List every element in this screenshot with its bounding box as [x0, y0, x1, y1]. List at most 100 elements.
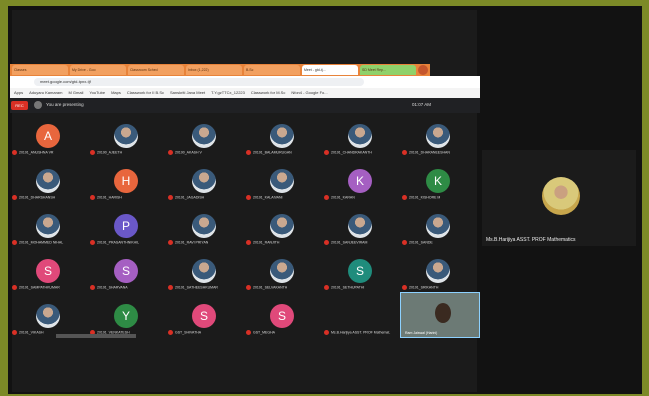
- participant-tile[interactable]: S GST_SHIVATHA: [166, 296, 244, 334]
- participant-avatar: S: [36, 259, 60, 283]
- participant-tile[interactable]: 20191_SANDE: [400, 206, 478, 244]
- bookmark-item[interactable]: Classwork for M.Sc: [251, 88, 285, 98]
- speaker-tile[interactable]: Ms.B.Harijiya ASST. PROF Mathematics: [482, 150, 636, 246]
- participant-tile[interactable]: 20191_SATHEESHKUMAR: [166, 251, 244, 289]
- participant-name: 20191_ANUSHNA VR: [12, 150, 53, 155]
- participant-avatar: [426, 124, 450, 148]
- bookmark-item[interactable]: Maps: [111, 88, 121, 98]
- participant-tile[interactable]: 20191_VIKASH: [10, 296, 88, 334]
- participant-tile[interactable]: 20190_AJEETH: [88, 116, 166, 154]
- participant-tile[interactable]: 20191_CHANDRAKANTH: [322, 116, 400, 154]
- participant-avatar: S: [114, 259, 138, 283]
- participant-name: 20191_CHANDRAKANTH: [324, 150, 372, 155]
- bookmark-item[interactable]: YouTube: [89, 88, 105, 98]
- participant-tile[interactable]: S 20191_SAMPATHKUMAR: [10, 251, 88, 289]
- participant-name: 20191_VIKASH: [12, 330, 44, 335]
- participant-tile[interactable]: 20191_BALAMURUGAN: [244, 116, 322, 154]
- meet-top-bar: REC You are presenting 01:07 AM: [10, 98, 480, 113]
- participant-name: 20191_KISHORE M: [402, 195, 440, 200]
- participant-tile[interactable]: P 20191_PRASANTHNIKHIL: [88, 206, 166, 244]
- participant-name: 20191_HARISH: [90, 195, 122, 200]
- participant-tile[interactable]: 20191_KALAIVANI: [244, 161, 322, 199]
- browser-address-bar: meet.google.com/gtd-tpnx-tjf: [10, 76, 480, 88]
- bookmark-item[interactable]: T.Y.gzTTCx_12223: [211, 88, 245, 98]
- participant-avatar: [192, 124, 216, 148]
- browser-tab[interactable]: B.Sc: [244, 65, 300, 75]
- new-tab-button[interactable]: [418, 65, 428, 75]
- participant-avatar: [36, 304, 60, 328]
- browser-tab-bar: Classes My Drive - Goo Classroom Sched Inbo…: [10, 64, 430, 76]
- bookmark-item[interactable]: Aduyaru Kamaram: [29, 88, 62, 98]
- participant-name: 20191_DHARSHANSH: [12, 195, 55, 200]
- participant-avatar: A: [36, 124, 60, 148]
- participant-tile[interactable]: K 20191_KARAN: [322, 161, 400, 199]
- url-field[interactable]: meet.google.com/gtd-tpnx-tjf: [34, 78, 364, 86]
- link-bar: [56, 334, 136, 338]
- participant-avatar: [36, 214, 60, 238]
- participant-avatar: [348, 214, 372, 238]
- browser-tab[interactable]: Inbox (1,222): [186, 65, 242, 75]
- participant-name: 20191_RANJITH: [246, 240, 279, 245]
- participant-tile[interactable]: Ms.B.Harijiya ASST. PROF Mathemat.: [322, 296, 400, 334]
- participant-tile[interactable]: 20191_SANJEEVIRAM: [322, 206, 400, 244]
- participant-name: 20191_SANJEEVIRAM: [324, 240, 367, 245]
- self-view-video: [435, 303, 451, 323]
- participant-avatar: [36, 169, 60, 193]
- participant-avatar: [270, 214, 294, 238]
- bookmark-item[interactable]: Nfon4 - Google Fo...: [291, 88, 327, 98]
- participant-avatar: [192, 259, 216, 283]
- participant-name: 20191_SANDE: [402, 240, 433, 245]
- participant-tile[interactable]: 20191_RANJITH: [244, 206, 322, 244]
- participant-tile[interactable]: 20190_AKASH V: [166, 116, 244, 154]
- participant-name: 20191_KALAIVANI: [246, 195, 283, 200]
- participant-tile[interactable]: S 20191_SETHUPATHI: [322, 251, 400, 289]
- browser-tab[interactable]: Meet - gtd-tj...: [302, 65, 358, 75]
- participant-tile[interactable]: 20191_RAVI PRIYAN: [166, 206, 244, 244]
- participant-name: GST_SHIVATHA: [168, 330, 201, 335]
- participant-name: 20191_SELVAKANTH: [246, 285, 287, 290]
- participant-tile[interactable]: S 20191_SHARVANA: [88, 251, 166, 289]
- participant-tile[interactable]: 20191_JAGADISH: [166, 161, 244, 199]
- presenting-status: You are presenting: [46, 102, 84, 107]
- participant-avatar: [192, 214, 216, 238]
- recording-badge: REC: [11, 101, 28, 110]
- participant-tile[interactable]: 20191_SRIKANTH: [400, 251, 478, 289]
- participant-avatar: S: [270, 304, 294, 328]
- bookmark-item[interactable]: Sanskriti Jana Meet: [170, 88, 205, 98]
- participant-avatar: K: [348, 169, 372, 193]
- participant-tile[interactable]: A 20191_ANUSHNA VR: [10, 116, 88, 154]
- participant-tile[interactable]: 20191_SELVAKANTH: [244, 251, 322, 289]
- participant-name: 20191_SETHUPATHI: [324, 285, 364, 290]
- bookmark-item[interactable]: Classwork for II B.Sc: [127, 88, 164, 98]
- participant-avatar: [426, 214, 450, 238]
- participant-tile[interactable]: 20191_MOHAMMED NIHAL: [10, 206, 88, 244]
- participant-avatar: [114, 124, 138, 148]
- participant-avatar: [192, 169, 216, 193]
- participant-avatar: Y: [114, 304, 138, 328]
- participant-tile[interactable]: 20191_DHARANEESHAN: [400, 116, 478, 154]
- browser-tab[interactable]: My Drive - Goo: [70, 65, 126, 75]
- participant-tile[interactable]: H 20191_HARISH: [88, 161, 166, 199]
- participant-avatar: S: [348, 259, 372, 283]
- participant-name: Ms.B.Harijiya ASST. PROF Mathemat.: [324, 330, 390, 335]
- participant-name: 20191_RAVI PRIYAN: [168, 240, 208, 245]
- participant-avatar: P: [114, 214, 138, 238]
- participant-name: 20191_SATHEESHKUMAR: [168, 285, 218, 290]
- participant-avatar: K: [426, 169, 450, 193]
- browser-tab[interactable]: Classroom Sched: [128, 65, 184, 75]
- browser-tab[interactable]: Classes: [12, 65, 68, 75]
- browser-tab[interactable]: SD Meet Rep...: [360, 65, 416, 75]
- participant-name: 20191_SRIKANTH: [402, 285, 438, 290]
- participant-tile[interactable]: Y 20191_VENKATESH: [88, 296, 166, 334]
- participant-name: 20190_AKASH V: [168, 150, 202, 155]
- bookmarks-bar: Apps Aduyaru Kamaram M Gmail YouTube Maps Cla…: [10, 88, 480, 98]
- bookmark-item[interactable]: Apps: [14, 88, 23, 98]
- participant-tile[interactable]: 20191_DHARSHANSH: [10, 161, 88, 199]
- self-view-label: Ram Jaiswal (Harini): [405, 331, 438, 335]
- bookmark-item[interactable]: M Gmail: [68, 88, 83, 98]
- self-view-tile[interactable]: Ram Jaiswal (Harini): [400, 292, 480, 338]
- participant-tile[interactable]: K 20191_KISHORE M: [400, 161, 478, 199]
- participant-avatar: [270, 259, 294, 283]
- participant-name: 20191_DHARANEESHAN: [402, 150, 450, 155]
- participant-tile[interactable]: S GST_MEGHA: [244, 296, 322, 334]
